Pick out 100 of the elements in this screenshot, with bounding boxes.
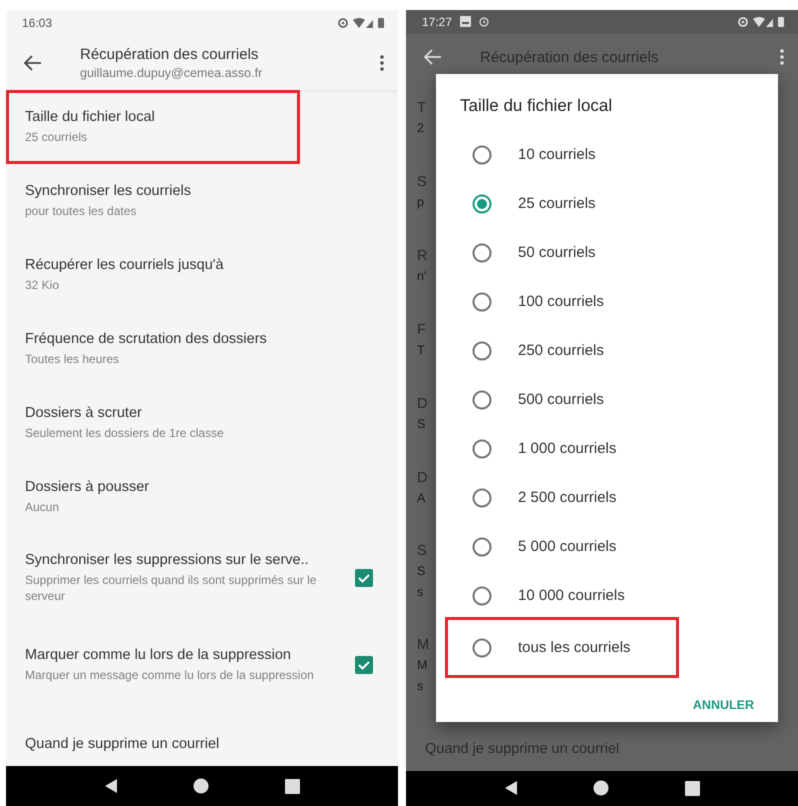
- radio-button[interactable]: [472, 194, 492, 214]
- radio-option[interactable]: 100 courriels: [445, 277, 679, 326]
- radio-button[interactable]: [472, 488, 492, 508]
- back-arrow-icon[interactable]: [24, 55, 42, 72]
- radio-option[interactable]: 5 000 courriels: [445, 522, 679, 571]
- back-triangle-icon[interactable]: [104, 778, 118, 794]
- radio-button[interactable]: [472, 292, 492, 312]
- setting-summary: Aucun: [25, 498, 60, 515]
- square-icon[interactable]: [685, 780, 700, 796]
- setting-title: Dossiers à pousser: [25, 478, 150, 495]
- setting-item[interactable]: Marquer comme lu lors de la suppression Marquer un message comme lu lors de la suppression: [6, 622, 398, 708]
- obscured-text: S: [417, 174, 427, 190]
- option-label: 10 000 courriels: [518, 587, 625, 604]
- toolbar-title: Récupération des courriels: [80, 46, 260, 64]
- radio-button[interactable]: [472, 144, 492, 164]
- setting-title: Synchroniser les suppressions sur le serve..: [25, 552, 310, 568]
- setting-title: Synchroniser les courriels: [25, 182, 192, 199]
- obscured-text: S: [417, 416, 426, 432]
- obscured-text: F: [417, 322, 426, 338]
- square-icon[interactable]: [285, 778, 300, 794]
- setting-item[interactable]: Fréquence de scrutation des dossiers Toutes les heures: [6, 312, 398, 386]
- checkbox[interactable]: [355, 568, 373, 587]
- setting-item[interactable]: Dossiers à scruter Seulement les dossiers de 1re classe: [6, 386, 398, 460]
- home-circle-icon[interactable]: [593, 780, 610, 796]
- setting-title: Quand je supprime un courriel: [425, 740, 620, 756]
- obscured-text: s: [417, 584, 424, 601]
- obscured-text: S: [417, 563, 426, 580]
- radio-option[interactable]: 50 courriels: [445, 228, 679, 277]
- setting-summary: Supprimer les courriels quand ils sont supprimés sur le serveur: [25, 572, 318, 604]
- status-time: 17:27: [422, 14, 452, 29]
- radio-option[interactable]: 1 000 courriels: [445, 424, 679, 473]
- setting-title: Fréquence de scrutation des dossiers: [25, 330, 268, 347]
- setting-item[interactable]: Quand je supprime un courriel: [6, 708, 398, 766]
- dialog-title: Taille du fichier local: [459, 96, 614, 116]
- setting-summary: Toutes les heures: [25, 350, 120, 367]
- obscured-text: M: [417, 636, 430, 653]
- option-label: 500 courriels: [518, 391, 604, 408]
- option-label: 1 000 courriels: [518, 440, 616, 457]
- setting-summary: Seulement les dossiers de 1re classe: [25, 424, 225, 441]
- radio-option[interactable]: 500 courriels: [445, 375, 679, 424]
- setting-item[interactable]: Synchroniser les suppressions sur le serve.. Supprimer les courriels quand ils sont supprimés sur le serveur: [6, 534, 398, 622]
- radio-button[interactable]: [472, 390, 492, 410]
- option-label: 2 500 courriels: [518, 489, 616, 506]
- toolbar-subtitle: guillaume.dupuy@cemea.asso.fr: [80, 66, 264, 80]
- more-options-icon[interactable]: [380, 55, 384, 72]
- radio-button[interactable]: [472, 438, 492, 458]
- radio-option[interactable]: 10 courriels: [445, 130, 679, 179]
- setting-summary: 32 Kio: [25, 276, 60, 293]
- option-label: 5 000 courriels: [518, 538, 616, 555]
- option-label: 250 courriels: [518, 342, 604, 359]
- status-icons-drawing: [338, 17, 386, 30]
- obscured-text: A: [417, 490, 426, 506]
- obscured-text: S: [417, 543, 427, 559]
- obscured-text: D: [417, 470, 428, 486]
- obscured-text: T: [417, 100, 426, 116]
- cancel-button[interactable]: ANNULER: [692, 690, 754, 720]
- radio-option[interactable]: tous les courriels: [445, 617, 679, 678]
- setting-summary: pour toutes les dates: [25, 202, 138, 219]
- radio-button[interactable]: [472, 536, 492, 556]
- obscured-text: R: [417, 248, 428, 264]
- setting-title: Quand je supprime un courriel: [25, 736, 220, 752]
- home-circle-icon[interactable]: [193, 778, 210, 794]
- image-notification-icon: [460, 16, 472, 28]
- setting-summary: 25 courriels: [25, 128, 88, 145]
- toolbar-title: Récupération des courriels: [480, 48, 660, 66]
- status-time: 16:03: [22, 16, 52, 30]
- option-label: tous les courriels: [518, 639, 631, 656]
- status-icons-drawing: [738, 16, 786, 28]
- setting-item[interactable]: Synchroniser les courriels pour toutes les dates: [6, 164, 398, 238]
- radio-button[interactable]: [472, 586, 492, 606]
- obscured-text: s: [417, 678, 424, 694]
- back-triangle-icon[interactable]: [504, 780, 518, 796]
- option-label: 25 courriels: [518, 195, 596, 212]
- radio-option[interactable]: 10 000 courriels: [445, 571, 679, 620]
- setting-item[interactable]: Dossiers à pousser Aucun: [6, 460, 398, 534]
- radio-button[interactable]: [472, 638, 492, 658]
- radio-option[interactable]: 25 courriels: [445, 179, 679, 228]
- option-label: 10 courriels: [518, 146, 596, 163]
- option-label: 50 courriels: [518, 244, 596, 261]
- radio-button[interactable]: [472, 242, 492, 262]
- clock-icon: [479, 16, 490, 27]
- setting-summary: Marquer un message comme lu lors de la suppression: [25, 667, 315, 684]
- obscured-text: p: [417, 194, 424, 210]
- radio-option[interactable]: 250 courriels: [445, 326, 679, 375]
- obscured-text: 2: [417, 120, 424, 136]
- radio-option[interactable]: 2 500 courriels: [445, 473, 679, 522]
- checkbox[interactable]: [355, 656, 373, 674]
- obscured-text: n': [417, 268, 426, 284]
- obscured-text: D: [417, 396, 428, 412]
- setting-item[interactable]: Récupérer les courriels jusqu'à 32 Kio: [6, 238, 398, 312]
- obscured-text: M: [417, 656, 428, 674]
- setting-item[interactable]: Taille du fichier local 25 courriels: [6, 90, 300, 164]
- setting-title: Taille du fichier local: [25, 108, 156, 125]
- more-options-icon[interactable]: [780, 49, 784, 66]
- obscured-text: T: [417, 342, 425, 358]
- radio-button[interactable]: [472, 340, 492, 360]
- setting-title: Récupérer les courriels jusqu'à: [25, 256, 225, 273]
- option-label: 100 courriels: [518, 293, 604, 310]
- setting-title: Marquer comme lu lors de la suppression: [25, 647, 292, 664]
- setting-title: Dossiers à scruter: [25, 404, 143, 421]
